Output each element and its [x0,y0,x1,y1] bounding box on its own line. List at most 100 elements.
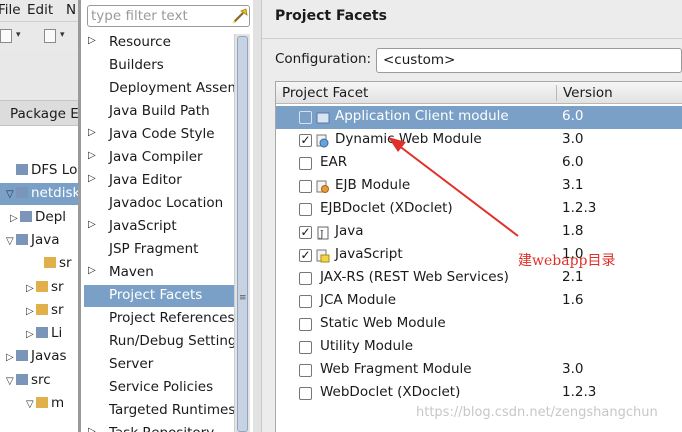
nav-item-run-debug-settings[interactable]: Run/Debug Settings [84,331,234,353]
table-row[interactable]: JCA Module 1.6 [276,290,682,313]
expand-icon[interactable]: ▷ [88,219,96,230]
facet-version[interactable]: 3.0 [562,361,583,377]
nav-scrollbar-thumb[interactable]: ≡ [237,36,248,432]
nav-item-label: Java Editor [109,172,182,188]
tree-item[interactable]: ▷ Depl [10,209,66,225]
facet-checkbox[interactable] [299,341,312,354]
collapse-icon[interactable]: ▽ [6,376,16,387]
expand-icon[interactable]: ▷ [88,426,96,432]
tree-item[interactable]: ▷ sr [26,279,64,295]
menu-file[interactable]: File [0,2,21,18]
tree-item[interactable]: ▷ sr [26,302,64,318]
nav-item-jsp-fragment[interactable]: JSP Fragment [84,239,234,261]
facet-version[interactable]: 2.1 [562,269,583,285]
nav-item-project-facets[interactable]: Project Facets [84,285,234,307]
facet-checkbox[interactable] [299,180,312,193]
facet-checkbox[interactable] [299,203,312,216]
facet-version[interactable]: 6.0 [562,154,583,170]
nav-item-label: Builders [109,57,164,73]
facet-version[interactable]: 1.8 [562,223,583,239]
new-wizard-icon[interactable] [0,29,12,43]
collapse-icon[interactable]: ▽ [6,189,16,200]
table-row[interactable]: Utility Module [276,336,682,359]
nav-item-java-compiler[interactable]: ▷ Java Compiler [84,147,234,169]
facet-checkbox[interactable] [299,157,312,170]
tree-item-label: sr [59,255,72,272]
table-row[interactable]: Static Web Module [276,313,682,336]
folder-icon [36,303,48,315]
column-header-facet[interactable]: Project Facet [282,85,368,101]
nav-item-java-code-style[interactable]: ▷ Java Code Style [84,124,234,146]
expand-icon[interactable]: ▷ [26,306,36,317]
facet-version[interactable]: 1.6 [562,292,583,308]
filter-input[interactable] [91,7,227,25]
nav-item-targeted-runtimes[interactable]: Targeted Runtimes [84,400,234,422]
expand-icon[interactable]: ▷ [88,265,96,276]
nav-item-task-repository[interactable]: ▷ Task Repository [84,423,234,432]
facet-checkbox[interactable]: ✓ [299,226,312,239]
expand-icon[interactable]: ▷ [26,283,36,294]
expand-icon[interactable]: ▷ [88,150,96,161]
chevron-down-icon[interactable]: ▾ [16,30,21,40]
facet-version[interactable]: 6.0 [562,108,583,124]
table-row[interactable]: JAX-RS (REST Web Services) 2.1 [276,267,682,290]
chevron-down-icon[interactable]: ▾ [60,30,65,40]
nav-item-javadoc-location[interactable]: Javadoc Location [84,193,234,215]
expand-icon[interactable]: ▷ [88,173,96,184]
tree-item[interactable]: DFS Loc [6,162,78,178]
clear-filter-icon[interactable] [231,7,249,25]
facet-checkbox[interactable] [299,387,312,400]
tree-item[interactable]: ▷ Javas [6,348,67,364]
nav-item-java-editor[interactable]: ▷ Java Editor [84,170,234,192]
facet-version[interactable]: 3.1 [562,177,583,193]
nav-item-javascript[interactable]: ▷ JavaScript [84,216,234,238]
configuration-select[interactable]: <custom> [376,48,682,73]
nav-item-label: Java Code Style [109,126,215,142]
nav-item-maven[interactable]: ▷ Maven [84,262,234,284]
nav-scrollbar[interactable]: ≡ [234,34,250,432]
nav-item-project-references[interactable]: Project References [84,308,234,330]
collapse-icon[interactable]: ▽ [26,399,36,410]
package-explorer-tab[interactable]: Package E [0,100,78,126]
facet-checkbox[interactable] [299,111,312,124]
expand-icon[interactable]: ▷ [10,213,20,224]
facet-checkbox[interactable] [299,318,312,331]
nav-item-resource[interactable]: ▷ Resource [84,32,234,54]
facet-version[interactable]: 1.2.3 [562,200,596,216]
facet-version[interactable]: 3.0 [562,131,583,147]
expand-icon[interactable]: ▷ [6,352,16,363]
column-header-version[interactable]: Version [563,85,613,101]
facet-checkbox[interactable] [299,364,312,377]
tree-item[interactable]: ▽ netdisk [6,185,78,201]
tree-item[interactable]: ▷ Li [26,325,62,341]
facet-checkbox[interactable]: ✓ [299,134,312,147]
nav-item-java-build-path[interactable]: Java Build Path [84,101,234,123]
nav-item-deployment-assem[interactable]: Deployment Assem [84,78,234,100]
facet-name: WebDoclet (XDoclet) [320,384,461,400]
nav-item-builders[interactable]: Builders [84,55,234,77]
menu-navigate[interactable]: N [66,2,76,18]
collapse-icon[interactable]: ▽ [6,236,16,247]
table-row[interactable]: WebDoclet (XDoclet) 1.2.3 [276,382,682,405]
facet-checkbox[interactable] [299,295,312,308]
new-class-icon[interactable] [44,29,56,43]
facet-version[interactable]: 1.2.3 [562,384,596,400]
tree-item[interactable]: ▽ Java [6,232,60,248]
expand-icon[interactable]: ▷ [88,127,96,138]
menu-edit[interactable]: Edit [27,2,53,18]
tree-item[interactable]: ▽ src [6,372,51,388]
table-row[interactable]: Web Fragment Module 3.0 [276,359,682,382]
column-divider[interactable] [556,85,557,101]
tree-item[interactable]: sr [34,255,72,271]
nav-item-server[interactable]: Server [84,354,234,376]
expand-icon[interactable]: ▷ [26,329,36,340]
facet-checkbox[interactable] [299,272,312,285]
tree-item[interactable]: ▽ m [26,395,64,411]
nav-item-service-policies[interactable]: Service Policies [84,377,234,399]
tree-item-label: src [31,371,51,388]
pane-sash[interactable] [253,0,262,432]
expand-icon[interactable]: ▷ [88,35,96,46]
main-toolbar: ▾ ▾ [0,22,78,52]
facet-checkbox[interactable]: ✓ [299,249,312,262]
table-row[interactable]: Application Client module 6.0 [276,106,682,129]
